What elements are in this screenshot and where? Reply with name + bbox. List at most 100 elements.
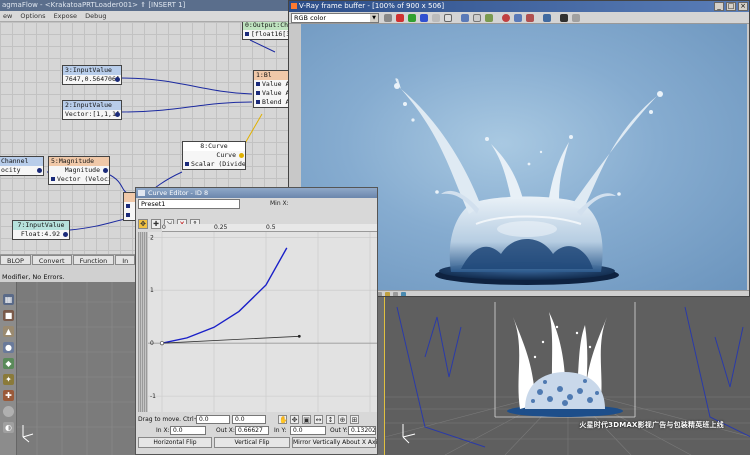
curve-series-line <box>161 247 288 344</box>
zoom-icon[interactable]: ⊕ <box>338 415 347 424</box>
cylinder-tool-icon[interactable]: ● <box>3 342 14 353</box>
value-field-b[interactable]: 0.0 <box>232 415 266 424</box>
node-input-value-7[interactable]: 7:InputValue Float:4.92 <box>12 220 70 240</box>
vfb-toolbar: RGB color ▼ <box>289 12 749 24</box>
out-x-field[interactable]: 0.66627 <box>235 426 269 435</box>
stop-render-icon[interactable] <box>526 14 534 22</box>
input-socket[interactable] <box>245 32 249 36</box>
curve-editor-title-bar[interactable]: Curve Editor - ID 8 <box>136 188 377 198</box>
zoom-extents-icon[interactable]: ▣ <box>302 415 311 424</box>
track-mouse-icon[interactable] <box>384 14 392 22</box>
input-socket[interactable] <box>51 177 55 181</box>
input-socket[interactable] <box>185 162 189 166</box>
output-socket[interactable] <box>103 168 108 173</box>
node-blend[interactable]: 1:Bl Value A Value A Blend A <box>253 70 293 108</box>
vfb-title-bar[interactable]: V-Ray frame buffer - [100% of 900 x 506] <box>289 1 749 12</box>
red-channel-icon[interactable] <box>396 14 404 22</box>
output-socket[interactable] <box>63 232 68 237</box>
window-icon <box>138 190 145 196</box>
input-socket[interactable] <box>126 213 130 217</box>
desktop: agmaFlow - <KrakatoaPRTLoader001> ⇑ [INS… <box>0 0 750 455</box>
teapot-tool-icon[interactable]: ◐ <box>3 422 14 433</box>
close-button[interactable]: × <box>738 2 748 11</box>
tab-input[interactable]: In <box>115 255 136 265</box>
node-header: 8:Curve <box>183 142 245 151</box>
curve-plot-area[interactable]: 2 1 0 -1 <box>148 232 378 412</box>
node-input-value-2[interactable]: 2:InputValue Vector:[1,1,1] <box>62 100 122 120</box>
maximize-button[interactable]: □ <box>726 2 736 11</box>
box-tool-icon[interactable]: ■ <box>3 310 14 321</box>
hand-icon[interactable]: ✋ <box>278 415 288 424</box>
input-socket[interactable] <box>126 204 130 208</box>
cone-tool-icon[interactable]: ▲ <box>3 326 14 337</box>
out-y-field[interactable]: 0.13202 <box>348 426 376 435</box>
save-image-icon[interactable] <box>461 14 469 22</box>
node-row: Vector (Veloci <box>57 175 109 183</box>
in-x-field[interactable]: 0.0 <box>170 426 206 435</box>
ruler-tick-label: 0 <box>162 224 166 231</box>
grid-tool-icon[interactable]: ▦ <box>3 294 14 305</box>
lens-effects-icon[interactable] <box>572 14 580 22</box>
menu-debug[interactable]: Debug <box>85 12 106 20</box>
node-row: Value A <box>262 89 290 97</box>
star-tool-icon[interactable]: ✦ <box>3 374 14 385</box>
magma-title-bar[interactable]: agmaFlow - <KrakatoaPRTLoader001> ⇑ [INS… <box>0 0 300 11</box>
blue-channel-icon[interactable] <box>420 14 428 22</box>
in-y-field[interactable]: 0.0 <box>290 426 326 435</box>
output-socket[interactable] <box>115 112 120 117</box>
node-magnitude[interactable]: 5:Magnitude Magnitude Vector (Veloci <box>48 156 110 185</box>
tab-blop[interactable]: BLOP <box>0 255 31 265</box>
vfb-history-icon[interactable] <box>543 14 551 22</box>
green-channel-icon[interactable] <box>408 14 416 22</box>
preset-select[interactable]: Preset1 <box>138 199 240 209</box>
vertical-flip-button[interactable]: Vertical Flip <box>214 437 290 448</box>
node-input-value-3[interactable]: 3:InputValue 7647,0.564706] <box>62 65 122 85</box>
menu-view[interactable]: ew <box>3 12 12 20</box>
geo-tool-icon[interactable]: ◆ <box>3 358 14 369</box>
output-socket[interactable] <box>37 168 42 173</box>
clear-image-icon[interactable] <box>473 14 481 22</box>
horizontal-flip-button[interactable]: Horizontal Flip <box>138 437 212 448</box>
alpha-channel-icon[interactable] <box>432 14 440 22</box>
mono-icon[interactable] <box>444 14 452 22</box>
helper-tool-icon[interactable]: ✚ <box>3 390 14 401</box>
node-header: Channel <box>0 157 43 166</box>
node-output-channel[interactable]: 0:Output:Ch [float16[3] <box>242 22 290 40</box>
add-point-icon[interactable]: ✚ <box>151 219 161 229</box>
display-correction-icon[interactable] <box>560 14 568 22</box>
node-channel[interactable]: Channel ocity <box>0 156 44 176</box>
zoom-vertical-icon[interactable]: ↕ <box>326 415 335 424</box>
node-row: ocity <box>1 166 21 174</box>
menu-expose[interactable]: Expose <box>54 12 77 20</box>
channel-select[interactable]: RGB color ▼ <box>291 13 379 23</box>
region-render-icon[interactable] <box>514 14 522 22</box>
minimize-button[interactable]: _ <box>714 2 724 11</box>
sphere-tool-icon[interactable] <box>3 406 14 417</box>
node-curve[interactable]: 8:Curve Curve Scalar (Divide. <box>182 141 246 170</box>
move-tool-icon[interactable]: ✥ <box>138 219 148 229</box>
menu-options[interactable]: Options <box>20 12 45 20</box>
watermark-text: 火星时代3DMAX影视广告与包装精英班上线 <box>579 421 724 429</box>
pan-icon[interactable]: ✥ <box>290 415 299 424</box>
render-icon[interactable] <box>502 14 510 22</box>
value-field-a[interactable]: 0.0 <box>196 415 230 424</box>
zoom-horizontal-icon[interactable]: ↔ <box>314 415 323 424</box>
input-socket[interactable] <box>256 91 260 95</box>
tab-function[interactable]: Function <box>72 255 115 265</box>
zoom-region-icon[interactable]: ⊞ <box>350 415 359 424</box>
perspective-viewport[interactable]: 火星时代3DMAX影视广告与包装精英班上线 <box>384 297 750 455</box>
left-viewport[interactable]: ▦ ■ ▲ ● ◆ ✦ ✚ ◐ <box>0 282 135 455</box>
duplicate-icon[interactable] <box>485 14 493 22</box>
input-socket[interactable] <box>256 82 260 86</box>
status-icon[interactable] <box>393 292 398 296</box>
mirror-vertically-button[interactable]: Mirror Vertically About X Axis <box>292 437 377 448</box>
output-socket[interactable] <box>239 153 244 158</box>
status-icon[interactable] <box>385 292 390 296</box>
curve-graph[interactable]: 2 1 0 -1 <box>148 232 378 412</box>
curve-toolbar: ✥✚⇲✕⇕ <box>138 211 203 229</box>
output-socket[interactable] <box>115 77 120 82</box>
input-socket[interactable] <box>256 100 260 104</box>
status-icon[interactable] <box>401 292 406 296</box>
node-category-tabs: BLOP Convert Function In <box>0 255 136 265</box>
tab-convert[interactable]: Convert <box>31 255 72 265</box>
